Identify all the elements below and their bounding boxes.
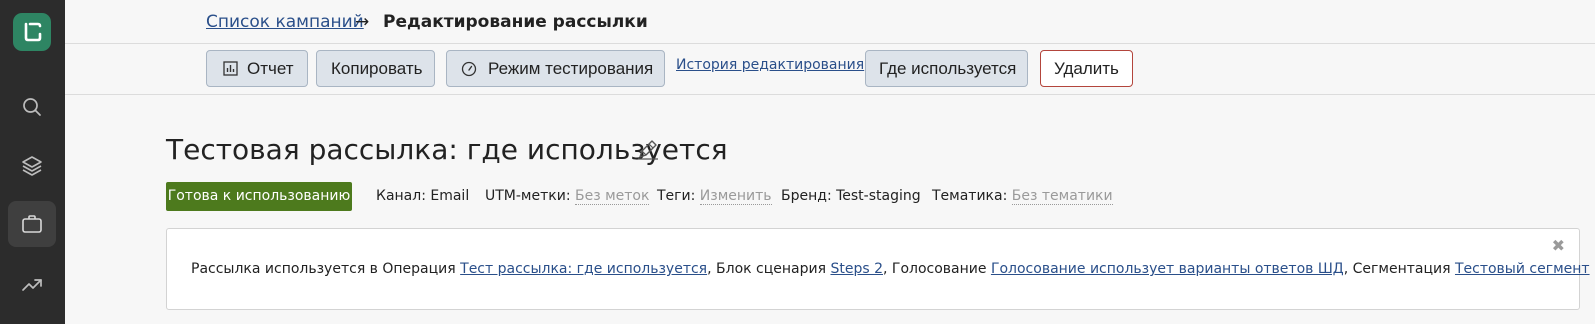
brand-info: Бренд: Test-staging [781, 188, 921, 204]
close-icon[interactable]: ✖ [1552, 236, 1565, 255]
vote-link[interactable]: Голосование использует варианты ответов … [991, 261, 1344, 277]
topic-label: Тематика: [932, 188, 1008, 204]
scenario-block-link[interactable]: Steps 2 [830, 261, 883, 277]
notice-intro: Рассылка используется в Операция [191, 261, 461, 277]
sidebar-item-search[interactable] [8, 84, 56, 130]
breadcrumb-campaign-list-link[interactable]: Список кампаний [206, 12, 364, 32]
speedometer-icon [461, 61, 477, 77]
edit-pencil-icon[interactable] [636, 137, 660, 161]
utm-value-link[interactable]: Без меток [574, 188, 650, 205]
sidebar [0, 0, 65, 324]
tags-label: Теги: [657, 188, 696, 204]
campaign-meta: Готова к использованию Канал: Email UTM-… [0, 182, 1595, 212]
segment-link[interactable]: Тестовый сегмент [1455, 261, 1590, 277]
where-used-button-label: Где используется [879, 59, 1017, 78]
briefcase-icon [22, 215, 42, 233]
bar-chart-icon [223, 61, 238, 76]
trending-up-icon [22, 279, 42, 291]
topic-value-link[interactable]: Без тематики [1011, 188, 1113, 205]
report-button[interactable]: Отчет [206, 50, 308, 87]
breadcrumb-arrow: → [355, 12, 370, 32]
sidebar-item-analytics[interactable] [8, 262, 56, 308]
operation-link[interactable]: Тест рассылка: где используется [460, 261, 707, 277]
where-used-button[interactable]: Где используется [865, 50, 1028, 87]
usage-notice-text: Рассылка используется в Операция Тест ра… [191, 261, 1590, 277]
test-mode-button-label: Режим тестирования [488, 59, 654, 78]
topic-info: Тематика: Без тематики [932, 188, 1113, 205]
layers-icon [22, 156, 42, 176]
usage-notice: Рассылка используется в Операция Тест ра… [166, 228, 1590, 310]
report-button-label: Отчет [247, 59, 294, 78]
status-badge: Готова к использованию [166, 182, 352, 211]
copy-button[interactable]: Копировать [316, 50, 435, 87]
delete-button[interactable]: Удалить [1040, 50, 1133, 87]
copy-button-label: Копировать [331, 59, 423, 78]
notice-sep-1: , Блок сценария [707, 261, 831, 277]
search-icon [23, 98, 41, 116]
utm-label: UTM-метки: [485, 188, 571, 204]
tags-info: Теги: Изменить [657, 188, 772, 205]
test-mode-button[interactable]: Режим тестирования [446, 50, 665, 87]
utm-info: UTM-метки: Без меток [485, 188, 650, 205]
app-logo-icon[interactable] [13, 13, 51, 51]
breadcrumb: Список кампаний → Редактирование рассылк… [65, 0, 1595, 44]
delete-button-label: Удалить [1054, 59, 1119, 78]
notice-sep-2: , Голосование [883, 261, 991, 277]
edit-history-link[interactable]: История редактирования [676, 57, 864, 73]
tags-edit-link[interactable]: Изменить [699, 188, 772, 205]
toolbar: Отчет Копировать Режим тестирования Исто… [65, 44, 1595, 95]
breadcrumb-current: Редактирование рассылки [383, 12, 648, 32]
channel-info: Канал: Email [376, 188, 470, 204]
notice-sep-3: , Сегментация [1343, 261, 1455, 277]
